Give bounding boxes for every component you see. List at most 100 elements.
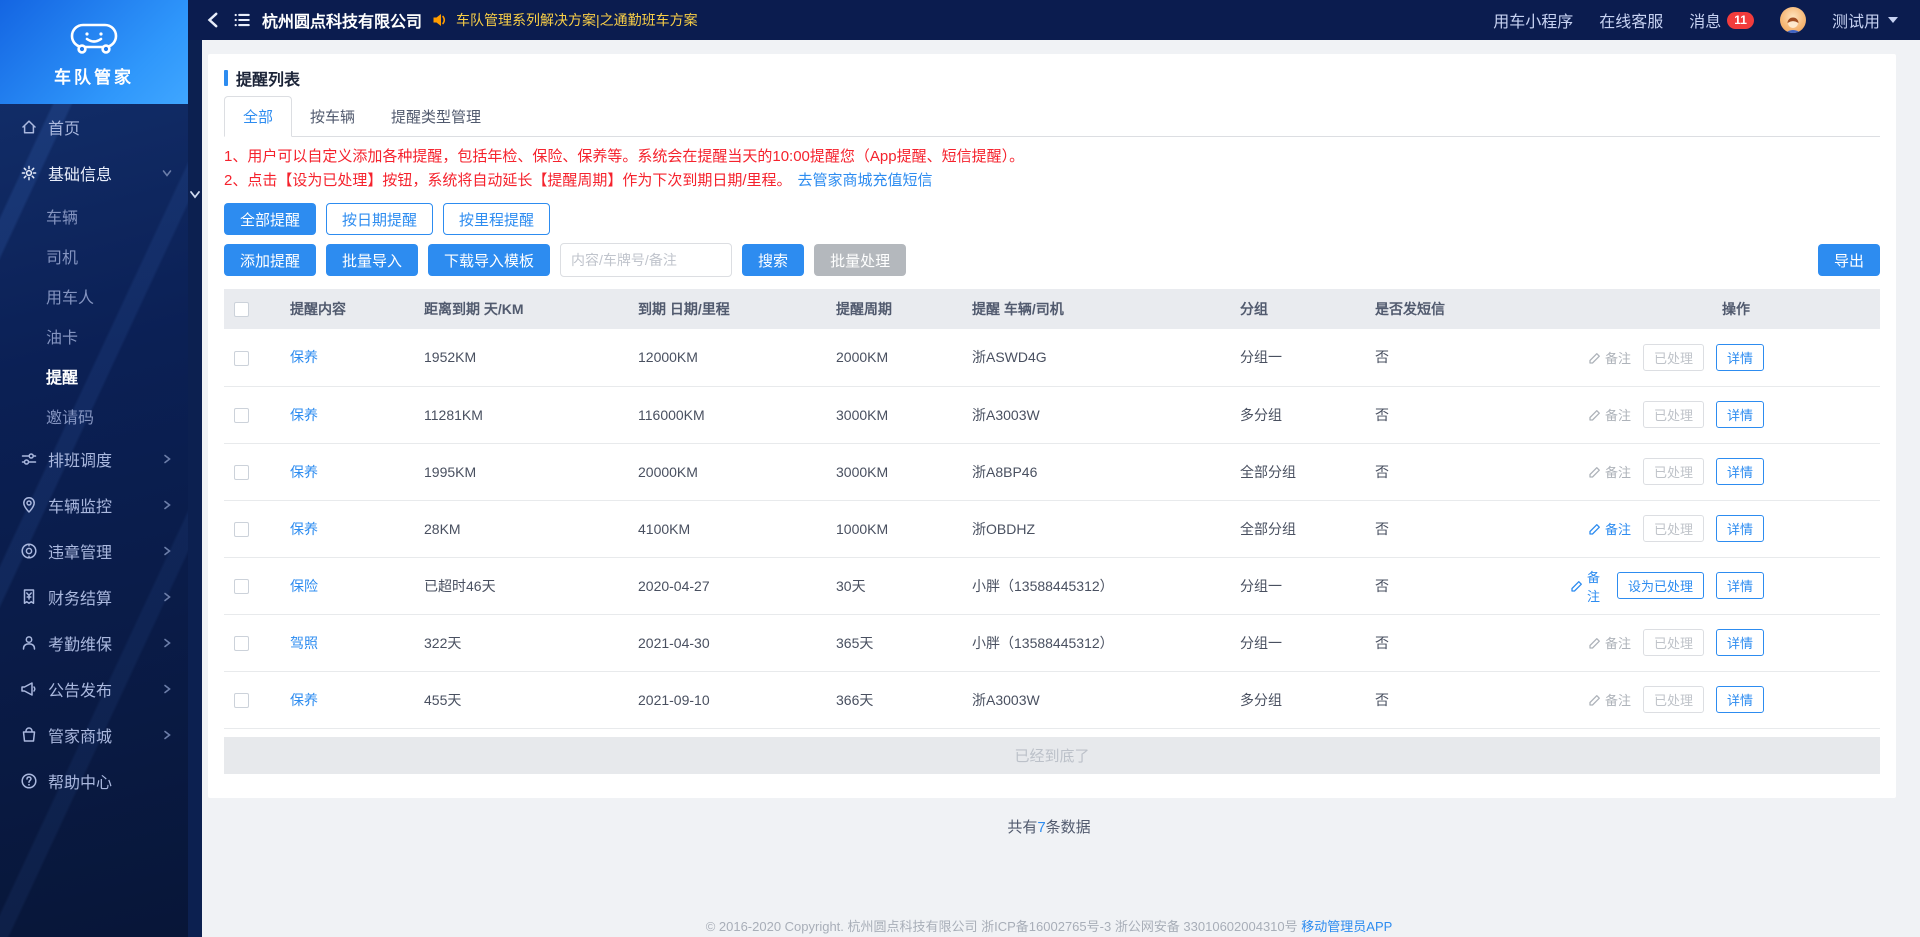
detail-button[interactable]: 详情 [1715,515,1764,542]
sidebar-item-finance-settlement[interactable]: 财务结算 [0,574,188,620]
process-button[interactable]: 已处理 [1642,458,1704,485]
sidebar-item-violation-management[interactable]: 违章管理 [0,528,188,574]
batch-process-button[interactable]: 批量处理 [814,244,907,276]
sliders-icon [20,450,38,468]
detail-button[interactable]: 详情 [1715,401,1764,428]
sidebar-item-vehicles[interactable]: 车辆 [0,196,188,236]
detail-button[interactable]: 详情 [1715,343,1764,371]
sidebar-collapse-strip[interactable] [188,40,202,937]
search-input[interactable] [560,243,733,277]
process-button[interactable]: 设为已处理 [1616,572,1704,599]
messages-link[interactable]: 消息 11 [1689,8,1754,32]
download-template-button[interactable]: 下载导入模板 [428,244,551,276]
sms-cell: 否 [1365,671,1560,729]
brand-name: 车队管家 [54,67,134,87]
user-menu[interactable]: 测试用 [1832,8,1898,32]
detail-button[interactable]: 详情 [1715,458,1764,485]
sidebar-item-basic-info[interactable]: 基础信息 [0,150,188,196]
row-checkbox[interactable] [234,692,249,708]
detail-button[interactable]: 详情 [1715,686,1764,713]
row-checkbox[interactable] [234,464,249,480]
export-button[interactable]: 导出 [1817,244,1880,276]
process-button[interactable]: 已处理 [1642,343,1704,371]
message-count-badge: 11 [1727,11,1754,29]
remaining-cell: 322天 [414,614,628,672]
due-cell: 4100KM [628,500,826,558]
back-chevron-icon[interactable] [205,11,223,29]
process-button[interactable]: 已处理 [1642,515,1704,542]
add-reminder-button[interactable]: 添加提醒 [224,244,317,276]
filter-by-mileage[interactable]: 按里程提醒 [443,203,551,235]
home-icon [20,118,38,136]
tab-reminder-type-management[interactable]: 提醒类型管理 [373,97,499,136]
note-button[interactable]: 备注 [1588,690,1631,709]
reminder-content-link[interactable]: 保险 [290,578,318,594]
row-checkbox[interactable] [234,578,249,594]
row-checkbox[interactable] [234,407,249,423]
recharge-sms-link[interactable]: 去管家商城充值短信 [798,172,933,189]
chevron-right-icon [160,682,174,696]
company-name[interactable]: 杭州圆点科技有限公司 [262,8,422,32]
messages-label: 消息 [1689,14,1722,31]
reminder-content-link[interactable]: 保养 [290,407,318,423]
reminder-content-link[interactable]: 保养 [290,521,318,537]
reminder-content-link[interactable]: 保养 [290,349,318,365]
detail-button[interactable]: 详情 [1715,572,1764,599]
note-button[interactable]: 备注 [1570,567,1605,605]
filter-by-date[interactable]: 按日期提醒 [326,203,434,235]
reminder-content-link[interactable]: 保养 [290,464,318,480]
end-of-list-bar: 已经到底了 [224,736,1880,774]
sidebar-item-vehicle-monitoring[interactable]: 车辆监控 [0,482,188,528]
note-button[interactable]: 备注 [1588,462,1631,481]
page-footer: © 2016-2020 Copyright. 杭州圆点科技有限公司 浙ICP备1… [202,916,1896,935]
group-cell: 多分组 [1230,386,1365,444]
sidebar-menu: 首页 基础信息 车辆 司机 用车人 油卡 提醒 邀请码 排班调度 车辆监控 违章管理 财务结算 考勤维保… [0,104,188,804]
sidebar-item-reminders[interactable]: 提醒 [0,356,188,396]
note-button[interactable]: 备注 [1588,348,1631,367]
search-button[interactable]: 搜索 [742,244,805,276]
sidebar: 车队管家 首页 基础信息 车辆 司机 用车人 油卡 提醒 邀请码 排班调度 车辆监控 违章管理 财务结… [0,0,188,937]
process-button[interactable]: 已处理 [1642,401,1704,428]
tab-by-vehicle[interactable]: 按车辆 [292,97,373,136]
reminder-content-link[interactable]: 保养 [290,692,318,708]
row-checkbox[interactable] [234,350,249,366]
row-checkbox[interactable] [234,635,249,651]
sidebar-item-invite-codes[interactable]: 邀请码 [0,396,188,436]
tab-all[interactable]: 全部 [224,96,293,137]
sms-cell: 否 [1365,443,1560,501]
group-cell: 全部分组 [1230,500,1365,558]
note-button[interactable]: 备注 [1588,633,1631,652]
filter-all-reminders[interactable]: 全部提醒 [224,203,317,235]
online-service-link[interactable]: 在线客服 [1599,8,1663,32]
pencil-icon [1588,465,1601,478]
sidebar-item-help-center[interactable]: 帮助中心 [0,758,188,804]
chevron-right-icon [160,728,174,742]
sidebar-item-car-users[interactable]: 用车人 [0,276,188,316]
cycle-cell: 3000KM [826,386,962,444]
note-button[interactable]: 备注 [1588,519,1631,538]
app-logo[interactable]: 车队管家 [0,0,188,104]
user-avatar[interactable] [1779,7,1806,33]
group-cell: 多分组 [1230,671,1365,729]
sidebar-item-drivers[interactable]: 司机 [0,236,188,276]
row-checkbox[interactable] [234,521,249,537]
process-button[interactable]: 已处理 [1642,686,1704,713]
process-button[interactable]: 已处理 [1642,629,1704,656]
table-row: 驾照 322天 2021-04-30 365天 小胖（13588445312） 分组一否 备… [224,614,1880,672]
cycle-cell: 3000KM [826,443,962,501]
title-accent-bar [224,70,228,86]
sidebar-item-home[interactable]: 首页 [0,104,188,150]
note-button[interactable]: 备注 [1588,405,1631,424]
sidebar-item-butler-mall[interactable]: 管家商城 [0,712,188,758]
mini-program-link[interactable]: 用车小程序 [1493,8,1573,32]
menu-list-icon[interactable] [233,11,251,29]
detail-button[interactable]: 详情 [1715,629,1764,656]
mobile-admin-app-link[interactable]: 移动管理员APP [1301,919,1392,934]
select-all-checkbox[interactable] [234,302,249,318]
reminder-content-link[interactable]: 驾照 [290,635,318,651]
sidebar-item-announcements[interactable]: 公告发布 [0,666,188,712]
sidebar-item-attendance-maintenance[interactable]: 考勤维保 [0,620,188,666]
sidebar-item-scheduling[interactable]: 排班调度 [0,436,188,482]
batch-import-button[interactable]: 批量导入 [326,244,419,276]
sidebar-item-fuel-cards[interactable]: 油卡 [0,316,188,356]
